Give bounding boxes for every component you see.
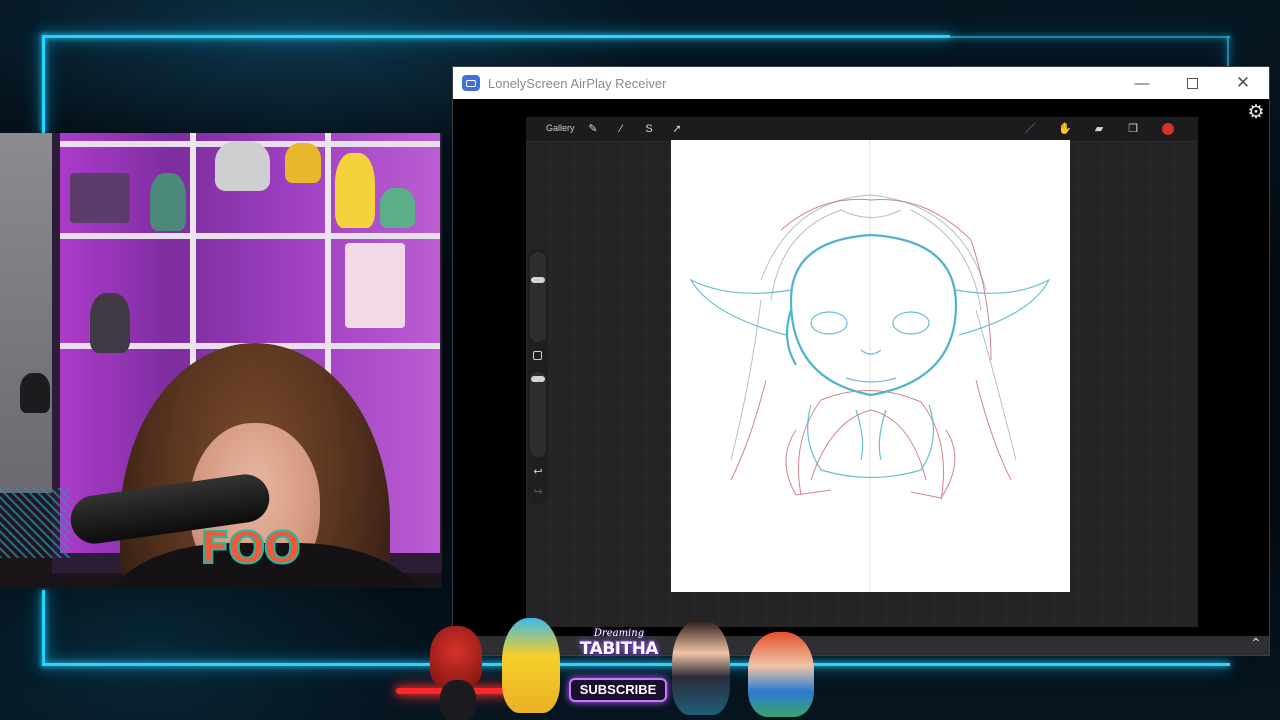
selection-icon[interactable]: S [642, 122, 656, 136]
subscribe-button[interactable]: SUBSCRIBE [569, 678, 667, 702]
neon-frame-left-lower [42, 590, 45, 665]
eraser-icon[interactable]: ▰ [1092, 122, 1106, 136]
sketch-red-layer [730, 198, 1012, 501]
wrench-icon[interactable]: ✎ [586, 122, 600, 136]
hero-character-graphic [672, 620, 730, 715]
undo-icon[interactable]: ↩ [530, 465, 546, 478]
brush-size-slider[interactable] [530, 252, 546, 342]
adjustments-icon[interactable]: ⁄ [614, 122, 628, 136]
procreate-toolbar: Gallery ✎ ⁄ S ➚ ／ ✋ ▰ ❐ [526, 117, 1198, 141]
webcam-feed: FOO [0, 133, 442, 588]
toy-figure [150, 173, 186, 231]
storage-box [70, 173, 130, 223]
room-wall [0, 133, 60, 493]
maximize-icon [1186, 77, 1198, 89]
toy-figure [285, 143, 321, 183]
cables [0, 488, 70, 558]
window-title: LonelyScreen AirPlay Receiver [488, 75, 667, 91]
shirt-graphic-text: FOO [199, 522, 302, 575]
sketch-blue-head [785, 233, 958, 397]
brush-icon[interactable]: ／ [1023, 122, 1037, 136]
opacity-knob[interactable] [531, 376, 545, 382]
close-button[interactable]: ✕ [1218, 67, 1268, 99]
opacity-slider[interactable] [530, 372, 546, 457]
sith-character-graphic [430, 626, 482, 688]
toy-figure [90, 293, 130, 353]
settings-gear-icon[interactable]: ⚙ [1246, 103, 1266, 123]
toy-figure [380, 188, 415, 228]
brush-size-knob[interactable] [531, 277, 545, 283]
minimize-icon: — [1134, 74, 1150, 92]
eyedropper-button[interactable] [533, 351, 542, 360]
neon-frame-top [42, 35, 950, 38]
drawing-canvas[interactable] [671, 140, 1070, 592]
close-icon: ✕ [1235, 73, 1251, 92]
character-sketch [689, 140, 1051, 592]
toy-figure [335, 153, 375, 228]
mirrored-ipad-screen: Gallery ✎ ⁄ S ➚ ／ ✋ ▰ ❐ ↩ ↪ [526, 117, 1198, 627]
shelf-board [60, 233, 440, 239]
window-titlebar[interactable]: LonelyScreen AirPlay Receiver — ✕ [453, 67, 1269, 99]
framed-picture [345, 243, 405, 328]
gallery-button[interactable]: Gallery [546, 123, 575, 133]
expand-chevron-icon[interactable]: ⌃ [1250, 635, 1262, 652]
smudge-icon[interactable]: ✋ [1058, 122, 1072, 136]
redo-icon[interactable]: ↪ [530, 485, 546, 498]
neon-frame-top-right [950, 36, 1230, 38]
color-picker-swatch[interactable] [1162, 123, 1174, 135]
pokemon-character-graphic [502, 618, 560, 713]
room-object [20, 373, 50, 413]
lonelyscreen-window: LonelyScreen AirPlay Receiver — ✕ ⚙ Gall… [452, 66, 1270, 656]
channel-logo-name: TABITHA [579, 639, 659, 659]
channel-logo-script: Dreaming [593, 628, 645, 639]
layers-icon[interactable]: ❐ [1126, 122, 1140, 136]
pirate-character-graphic [748, 632, 814, 717]
neon-frame-right [1227, 36, 1229, 66]
neon-frame-left-upper [42, 35, 45, 133]
sith-character-body [440, 680, 476, 720]
maximize-button[interactable] [1167, 67, 1217, 99]
lonelyscreen-app-icon [462, 75, 480, 91]
transform-icon[interactable]: ➚ [670, 122, 684, 136]
minimize-button[interactable]: — [1117, 67, 1167, 99]
toy-figure [215, 141, 270, 191]
